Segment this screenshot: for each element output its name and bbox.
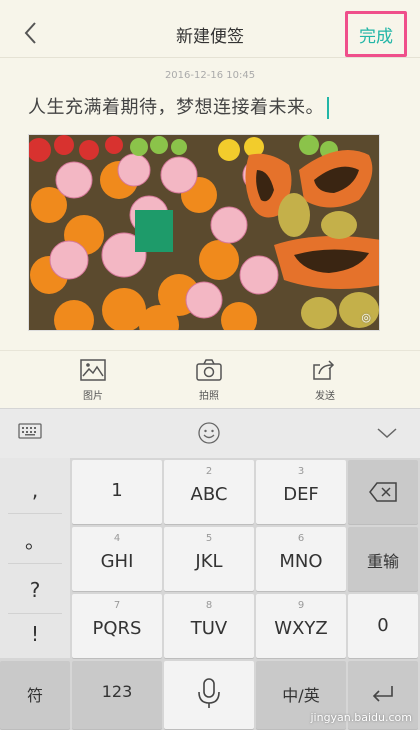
key-6-number: 6 [297, 533, 305, 544]
key-4[interactable]: 4 GHI [72, 527, 162, 591]
done-button[interactable]: 完成 [359, 22, 393, 47]
note-editor[interactable]: 2016-12-16 10:45 人生充满着期待，梦想连接着未来。 ◎ [0, 58, 420, 350]
fruit-photo[interactable]: ◎ [28, 134, 380, 331]
key-1[interactable]: 1 [72, 460, 162, 524]
voice-key[interactable] [164, 661, 254, 729]
attachment-bar: 图片 拍照 发送 [0, 350, 420, 408]
key-3-label: DEF [283, 484, 319, 505]
collapse-keyboard-button[interactable] [376, 425, 398, 444]
key-5[interactable]: 5 JKL [164, 527, 254, 591]
reinput-key[interactable]: 重输 [348, 527, 418, 591]
number-switch-key[interactable]: 123 [72, 661, 162, 729]
chevron-down-icon [377, 428, 397, 439]
keyboard-toolbar [0, 408, 420, 458]
key-8[interactable]: 8 TUV [164, 594, 254, 658]
key-2[interactable]: 2 ABC [164, 460, 254, 524]
attach-send-button[interactable]: 发送 [295, 359, 355, 402]
symbol-key-exclaim[interactable]: ! [8, 610, 62, 658]
done-highlight: 完成 [345, 11, 407, 57]
number-switch-label: 123 [101, 682, 133, 701]
key-7-label: PQRS [92, 618, 142, 639]
attach-camera-button[interactable]: 拍照 [179, 359, 239, 402]
keyboard-switch-button[interactable] [18, 421, 42, 445]
key-5-label: JKL [195, 551, 223, 572]
key-5-number: 5 [205, 533, 213, 544]
key-0-label: 0 [377, 615, 389, 636]
key-6-label: MNO [279, 551, 323, 572]
note-text[interactable]: 人生充满着期待，梦想连接着未来。 [28, 93, 329, 119]
fruit-photo-graphic [29, 135, 379, 330]
site-watermark: jingyan.baidu.com [310, 711, 412, 724]
backspace-key[interactable] [348, 460, 418, 524]
reinput-key-label: 重输 [366, 552, 399, 571]
attach-send-label: 发送 [315, 391, 335, 402]
language-switch-label: 中/英 [282, 686, 320, 705]
key-8-label: TUV [190, 618, 228, 639]
key-4-label: GHI [100, 551, 134, 572]
t9-keyboard: , 。 ? ! 1 2 ABC 3 DEF 4 GHI 5 JKL 6 MNO … [0, 458, 420, 730]
smiley-icon [198, 422, 220, 444]
key-2-label: ABC [190, 484, 228, 505]
emoji-button[interactable] [197, 421, 221, 449]
key-9-number: 9 [297, 600, 305, 611]
symbol-column: , 。 ? ! [0, 458, 70, 658]
keyboard-icon [18, 423, 42, 439]
key-9[interactable]: 9 WXYZ [256, 594, 346, 658]
symbol-key-period[interactable]: 。 [8, 516, 62, 564]
backspace-icon [369, 482, 397, 502]
attach-image-button[interactable]: 图片 [63, 359, 123, 402]
attach-camera-label: 拍照 [199, 391, 219, 402]
key-9-label: WXYZ [274, 618, 328, 639]
key-8-number: 8 [205, 600, 213, 611]
symbol-switch-label: 符 [26, 686, 43, 705]
key-2-number: 2 [205, 466, 213, 477]
symbol-key-comma[interactable]: , [8, 466, 62, 514]
text-caret [327, 97, 329, 119]
status-bar [0, 0, 420, 8]
key-6[interactable]: 6 MNO [256, 527, 346, 591]
symbol-key-question[interactable]: ? [8, 566, 62, 614]
key-7-number: 7 [113, 600, 121, 611]
key-0[interactable]: 0 [348, 594, 418, 658]
camera-icon [196, 359, 222, 381]
key-1-label: 1 [111, 480, 123, 501]
symbol-switch-key[interactable]: 符 [0, 661, 70, 729]
enter-icon [372, 686, 393, 702]
note-timestamp: 2016-12-16 10:45 [164, 70, 256, 81]
navigation-bar: 新建便签 完成 [0, 8, 420, 58]
key-3[interactable]: 3 DEF [256, 460, 346, 524]
share-icon [313, 360, 335, 380]
key-3-number: 3 [297, 466, 305, 477]
key-7[interactable]: 7 PQRS [72, 594, 162, 658]
attach-image-label: 图片 [83, 391, 103, 402]
photo-watermark: ◎ [361, 311, 371, 324]
note-text-content: 人生充满着期待，梦想连接着未来。 [28, 97, 324, 118]
microphone-icon [198, 678, 220, 708]
image-icon [80, 359, 106, 381]
key-4-number: 4 [113, 533, 121, 544]
